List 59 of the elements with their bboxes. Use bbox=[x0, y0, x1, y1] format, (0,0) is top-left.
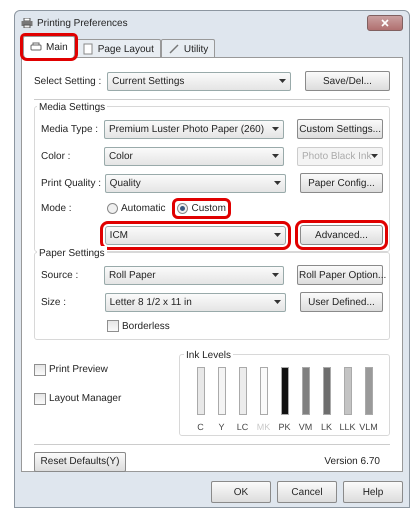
button[interactable]: Save/Del... bbox=[304, 71, 390, 91]
version-label: Version 6.70 bbox=[324, 455, 381, 469]
tab[interactable]: Main bbox=[23, 36, 75, 58]
dropdown-arrow-icon bbox=[371, 154, 378, 158]
button[interactable]: Reset Defaults(Y) bbox=[34, 452, 126, 472]
dropdown-arrow-icon bbox=[274, 300, 282, 304]
checkbox-label: Print Preview bbox=[49, 363, 108, 377]
close-button[interactable] bbox=[367, 15, 403, 31]
ink-label: LLK bbox=[339, 421, 356, 434]
dropdown-arrow-icon bbox=[274, 181, 282, 185]
field-label: Print Quality : bbox=[41, 176, 102, 190]
button[interactable]: Cancel bbox=[277, 481, 337, 503]
dropdown[interactable]: Current Settings bbox=[107, 72, 292, 90]
group-title: Media Settings bbox=[37, 100, 108, 115]
field-label: Color : bbox=[41, 150, 72, 164]
page-icon bbox=[82, 43, 94, 55]
dropdown-arrow-icon bbox=[272, 273, 279, 277]
button[interactable]: Paper Config... bbox=[300, 173, 383, 193]
dropdown-arrow-icon bbox=[279, 79, 286, 83]
close-icon bbox=[381, 19, 389, 27]
pencil-icon bbox=[168, 43, 180, 55]
window-title: Printing Preferences bbox=[37, 16, 128, 30]
ink-label: Y bbox=[218, 421, 224, 434]
field-label: Mode : bbox=[41, 202, 73, 216]
button[interactable]: Help bbox=[343, 481, 403, 503]
ink-label: LC bbox=[236, 421, 248, 434]
field-label: Source : bbox=[41, 268, 80, 282]
dropdown[interactable]: Color bbox=[104, 146, 284, 166]
tab[interactable]: Utility bbox=[160, 39, 216, 58]
dropdown-arrow-icon bbox=[272, 154, 279, 158]
checkbox-label: Layout Manager bbox=[49, 392, 122, 406]
ink-label: PK bbox=[278, 421, 290, 434]
checkbox-label: Borderless bbox=[122, 320, 170, 334]
field-label: Media Type : bbox=[41, 122, 100, 136]
tab[interactable]: Page Layout bbox=[74, 39, 161, 58]
ink-label: LK bbox=[320, 421, 332, 434]
ink-label: VLM bbox=[359, 421, 378, 434]
dropdown[interactable]: Roll Paper bbox=[104, 266, 284, 284]
field-label: Size : bbox=[41, 296, 68, 310]
dropdown[interactable]: Letter 8 1/2 x 11 in bbox=[104, 292, 286, 312]
button[interactable]: User Defined... bbox=[300, 292, 383, 312]
radio-button[interactable]: Custom bbox=[175, 200, 228, 216]
checkbox[interactable] bbox=[34, 364, 46, 376]
printer-icon bbox=[30, 42, 42, 54]
dropdown-arrow-icon bbox=[272, 127, 279, 131]
radio-button[interactable]: Automatic bbox=[107, 200, 166, 216]
button[interactable]: OK bbox=[211, 481, 271, 503]
checkbox[interactable] bbox=[107, 320, 119, 332]
checkbox[interactable] bbox=[34, 392, 46, 404]
printer-icon bbox=[21, 18, 33, 28]
dropdown[interactable]: Premium Luster Photo Paper (260) bbox=[104, 120, 284, 138]
button[interactable]: Roll Paper Option... bbox=[297, 265, 383, 285]
group-title: Paper Settings bbox=[37, 246, 107, 261]
ink-label: C bbox=[197, 421, 204, 434]
ink-label: VM bbox=[298, 421, 312, 434]
button[interactable]: Custom Settings... bbox=[297, 119, 383, 139]
dropdown[interactable]: Quality bbox=[104, 174, 286, 192]
dropdown-arrow-icon bbox=[274, 233, 282, 237]
field-label: Select Setting : bbox=[34, 74, 102, 88]
